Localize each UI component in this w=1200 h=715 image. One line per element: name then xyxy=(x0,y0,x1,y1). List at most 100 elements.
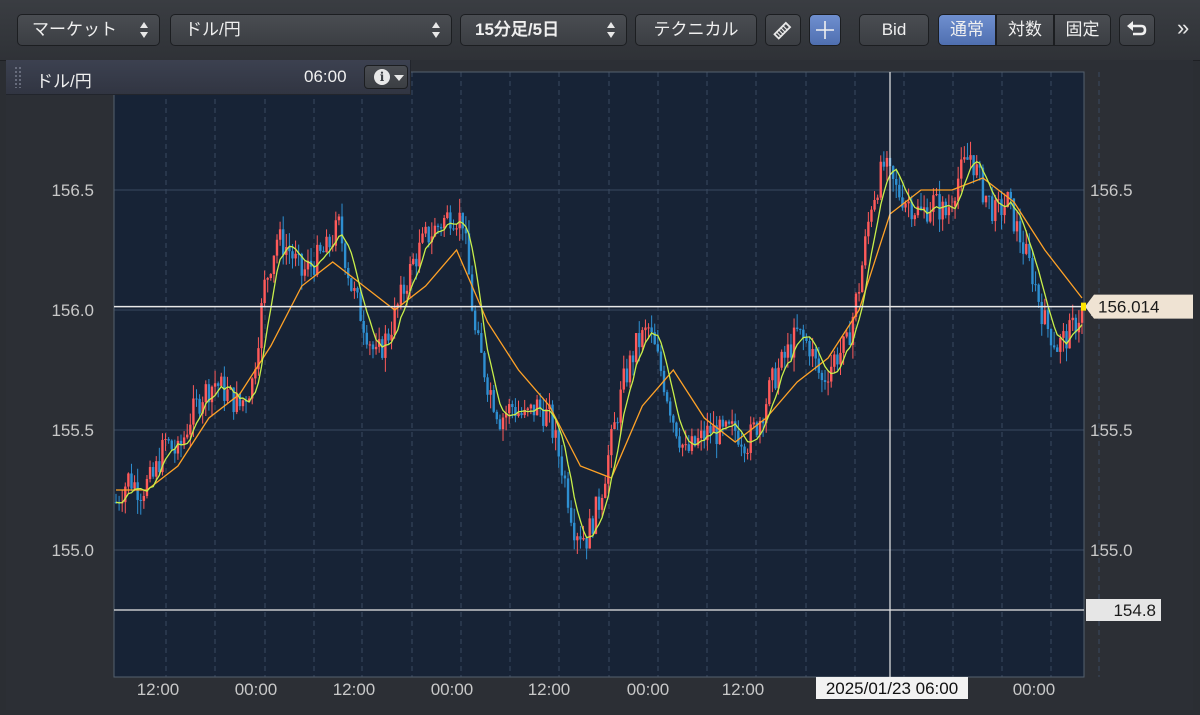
candle-body xyxy=(554,430,557,438)
candle-body xyxy=(616,422,619,424)
candle-body xyxy=(579,536,582,540)
candle-body xyxy=(901,197,904,208)
candle-body xyxy=(145,479,149,496)
candle-body xyxy=(895,178,898,185)
drag-handle-icon[interactable] xyxy=(14,66,22,88)
candle-body xyxy=(142,495,146,501)
candle-body xyxy=(904,203,907,208)
candle-body xyxy=(148,467,152,480)
candle-body xyxy=(535,399,539,416)
candle-body xyxy=(560,456,564,476)
candle-body xyxy=(795,327,799,329)
candle-body xyxy=(439,227,443,229)
candle-body xyxy=(994,200,997,222)
scale-fixed-button[interactable]: 固定 xyxy=(1054,14,1111,46)
drawing-tool-button[interactable] xyxy=(765,14,801,46)
candle-body xyxy=(805,337,808,341)
candle-body xyxy=(1009,191,1012,199)
candle-body xyxy=(368,344,372,346)
candle-body xyxy=(176,440,180,454)
candle-body xyxy=(582,537,585,540)
undo-button[interactable] xyxy=(1119,14,1155,46)
candle-body xyxy=(737,430,740,445)
candle-body xyxy=(424,226,427,234)
candle-body xyxy=(730,421,734,424)
candle-body xyxy=(477,330,480,334)
candle-body xyxy=(473,310,477,331)
toolbar: マーケット ドル/円 15分足/5日 テクニカル Bid 通常 対数 固定 » xyxy=(0,0,1200,61)
candle-body xyxy=(603,483,607,498)
candle-body xyxy=(1049,328,1053,346)
scale-normal-button[interactable]: 通常 xyxy=(938,14,996,46)
scale-log-button[interactable]: 対数 xyxy=(996,14,1054,46)
candle-body xyxy=(421,233,424,243)
candle-body xyxy=(164,439,167,441)
candle-body xyxy=(294,253,297,259)
candle-body xyxy=(684,444,687,446)
candle-body xyxy=(882,161,886,167)
candle-body xyxy=(266,278,269,280)
crosshair-button[interactable] xyxy=(809,14,841,46)
price-marker xyxy=(1081,302,1086,311)
candle-body xyxy=(362,320,365,333)
candle-body xyxy=(526,408,529,410)
candle-body xyxy=(610,429,613,456)
candle-body xyxy=(542,409,545,426)
candle-body xyxy=(879,161,882,198)
candle-body xyxy=(786,344,790,358)
candle-body xyxy=(619,389,622,423)
technical-button[interactable]: テクニカル xyxy=(635,14,757,46)
candle-body xyxy=(724,421,728,427)
candle-body xyxy=(681,444,684,448)
x-tick-label: 12:00 xyxy=(333,680,376,699)
timeframe-select[interactable]: 15分足/5日 xyxy=(460,14,627,46)
info-dropdown-button[interactable]: i xyxy=(364,65,408,89)
candle-body xyxy=(913,215,917,220)
candle-body xyxy=(213,383,217,387)
caret-down-icon xyxy=(394,75,404,81)
candle-body xyxy=(511,404,514,408)
market-select[interactable]: マーケット xyxy=(17,14,160,46)
candle-body xyxy=(687,444,690,451)
candle-body xyxy=(508,404,511,414)
candle-body xyxy=(1031,258,1034,285)
more-button[interactable]: » xyxy=(1177,15,1189,41)
select-arrows-icon xyxy=(140,22,149,38)
candle-body xyxy=(727,421,731,424)
chart-legend: ドル/円 06:00 i xyxy=(6,60,411,95)
candle-body xyxy=(1040,301,1043,325)
bid-button[interactable]: Bid xyxy=(859,14,929,46)
candle-body xyxy=(631,355,635,363)
candle-body xyxy=(885,157,889,167)
candle-body xyxy=(446,212,449,219)
candle-body xyxy=(210,386,214,403)
candle-body xyxy=(860,265,864,293)
candle-body xyxy=(665,392,669,402)
low-price-label: 154.8 xyxy=(1113,601,1156,620)
candle-body xyxy=(956,178,960,201)
candle-body xyxy=(925,207,929,222)
candle-body xyxy=(774,368,777,389)
candle-body xyxy=(127,473,130,487)
candle-body xyxy=(656,344,660,352)
candle-body xyxy=(1043,310,1047,325)
candle-body xyxy=(139,499,142,501)
candle-body xyxy=(802,329,805,338)
y-tick-label-left: 155.5 xyxy=(51,421,94,440)
x-tick-label: 12:00 xyxy=(137,680,180,699)
candle-body xyxy=(1015,221,1019,232)
candle-body xyxy=(836,354,839,365)
symbol-select[interactable]: ドル/円 xyxy=(170,14,452,46)
candle-body xyxy=(319,244,322,251)
price-chart[interactable]: 156.5156.5156.0156.0155.5155.5155.0155.0… xyxy=(6,60,1194,710)
candle-body xyxy=(1046,310,1050,329)
candle-body xyxy=(814,348,817,359)
candle-body xyxy=(402,284,406,294)
candle-body xyxy=(133,482,136,489)
candle-body xyxy=(1059,337,1062,352)
candle-body xyxy=(820,372,824,381)
candle-body xyxy=(675,422,678,437)
candle-body xyxy=(1052,345,1056,348)
candle-body xyxy=(628,355,632,383)
candle-body xyxy=(1037,284,1040,302)
